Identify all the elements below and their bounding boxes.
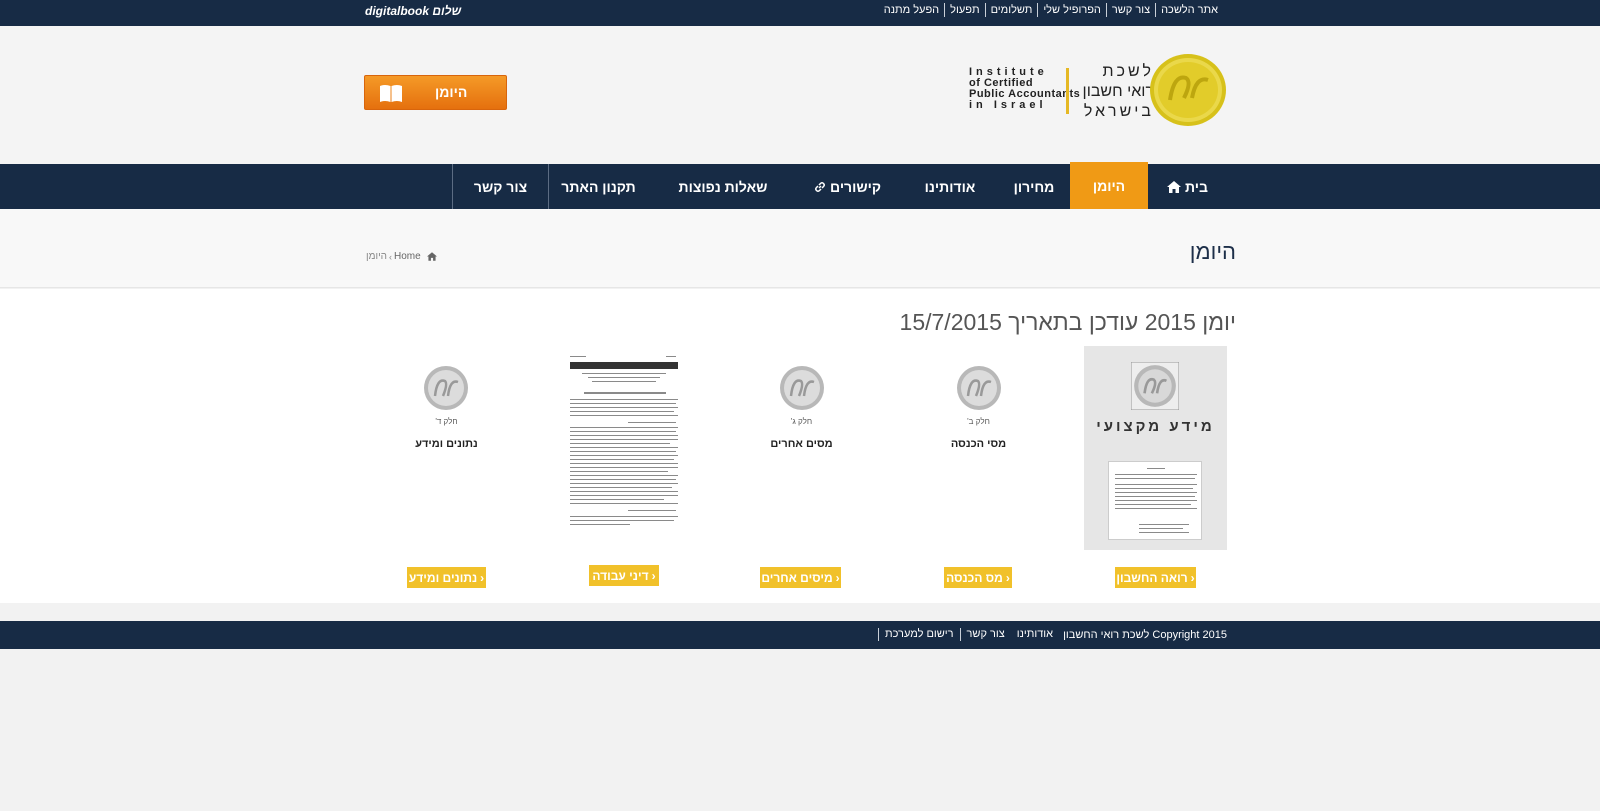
footer-links: רישום למערכת צור קשר אודותינו Copyright … bbox=[878, 628, 1231, 641]
footer-link-about[interactable]: אודותינו bbox=[1011, 628, 1059, 641]
top-link-gift[interactable]: הפעל מתנה bbox=[879, 3, 944, 17]
card-income-tax[interactable]: חלק ב' מסי הכנסה bbox=[901, 345, 1056, 545]
card-name: נתונים ומידע bbox=[415, 438, 478, 450]
yoman-button[interactable]: היומן bbox=[364, 75, 507, 110]
top-bar: שלום digitalbook אתר הלשכה צור קשר הפרופ… bbox=[0, 0, 1600, 26]
card-big-title: מידע מקצועי bbox=[1096, 418, 1215, 435]
top-link-operation[interactable]: תפעול bbox=[944, 3, 984, 17]
logo-hebrew-text: לשכת רואי חשבון בישראל bbox=[1082, 63, 1154, 120]
header bbox=[0, 26, 1600, 164]
nav-item-home[interactable]: בית bbox=[1153, 164, 1222, 209]
main-nav: בית היומן מחירון אודותינו קישורים שאלות … bbox=[0, 162, 1600, 209]
accountant-button[interactable]: ‹ רואה החשבון bbox=[1115, 567, 1196, 588]
chevron-left-icon: ‹ bbox=[651, 568, 656, 583]
nav-item-terms[interactable]: תקנון האתר bbox=[548, 164, 648, 209]
nav-item-pricelist[interactable]: מחירון bbox=[1000, 164, 1068, 209]
data-info-button[interactable]: ‹ נתונים ומידע bbox=[407, 567, 486, 588]
chevron-left-icon: ‹ bbox=[1005, 570, 1010, 585]
copyright: Copyright 2015 לשכת רואי החשבון bbox=[1063, 628, 1227, 641]
home-icon bbox=[1167, 180, 1182, 193]
seal-icon bbox=[780, 366, 824, 410]
nav-item-about[interactable]: אודותינו bbox=[905, 164, 995, 209]
nav-item-faq[interactable]: שאלות נפוצות bbox=[668, 164, 778, 209]
breadcrumb-separator-icon: ‹ bbox=[389, 251, 393, 262]
logo-english-text: Institute of Certified Public Accountant… bbox=[969, 66, 1081, 111]
top-link-site[interactable]: אתר הלשכה bbox=[1155, 3, 1223, 17]
nav-item-yoman[interactable]: היומן bbox=[1070, 162, 1148, 209]
card-name: מסי הכנסה bbox=[950, 438, 1007, 450]
user-greeting: שלום digitalbook bbox=[365, 4, 462, 18]
page-title-band: היומן היומן ‹ Home bbox=[0, 209, 1600, 288]
yoman-update-title: יומן 2015 עודכן בתאריך 15/7/2015 bbox=[899, 309, 1236, 335]
footer-link-contact[interactable]: צור קשר bbox=[959, 628, 1011, 641]
nav-item-links[interactable]: קישורים bbox=[800, 164, 895, 209]
seal-icon bbox=[957, 366, 1001, 410]
document-thumbnail bbox=[1108, 461, 1202, 540]
labor-law-button[interactable]: ‹ דיני עבודה bbox=[589, 565, 659, 586]
open-book-icon bbox=[380, 85, 402, 102]
top-link-payments[interactable]: תשלומים bbox=[984, 3, 1038, 17]
breadcrumb-current: היומן bbox=[366, 251, 388, 262]
breadcrumb-home[interactable]: Home bbox=[394, 251, 421, 262]
income-tax-button[interactable]: ‹ מס הכנסה bbox=[944, 567, 1012, 588]
card-part-label: חלק ג' bbox=[790, 417, 813, 426]
card-professional-info[interactable]: מידע מקצועי bbox=[1084, 346, 1227, 550]
seal-icon bbox=[1131, 362, 1179, 410]
card-part-label: חלק ב' bbox=[967, 417, 990, 426]
chevron-left-icon: ‹ bbox=[1190, 570, 1195, 585]
institute-logo[interactable]: Institute of Certified Public Accountant… bbox=[966, 50, 1228, 132]
page-title: היומן bbox=[1189, 239, 1236, 264]
chevron-left-icon: ‹ bbox=[480, 570, 485, 585]
footer: רישום למערכת צור קשר אודותינו Copyright … bbox=[0, 621, 1600, 649]
nav-item-contact[interactable]: צור קשר bbox=[452, 164, 548, 209]
document-thumbnail bbox=[568, 352, 680, 532]
link-icon bbox=[815, 181, 826, 192]
top-link-profile[interactable]: הפרופיל שלי bbox=[1037, 3, 1106, 17]
logo-divider bbox=[1066, 68, 1069, 114]
card-data-info[interactable]: חלק ד' נתונים ומידע bbox=[369, 345, 524, 545]
home-icon bbox=[426, 252, 437, 261]
seal-icon bbox=[424, 366, 468, 410]
gold-seal-icon bbox=[1150, 54, 1226, 126]
card-name: מסים אחרים bbox=[770, 438, 833, 450]
card-labor-law[interactable] bbox=[522, 350, 680, 542]
card-part-label: חלק ד' bbox=[435, 417, 458, 426]
top-links: אתר הלשכה צור קשר הפרופיל שלי תשלומים תפ… bbox=[879, 3, 1223, 17]
card-other-taxes[interactable]: חלק ג' מסים אחרים bbox=[724, 345, 879, 545]
chevron-left-icon: ‹ bbox=[835, 570, 840, 585]
footer-link-register[interactable]: רישום למערכת bbox=[878, 628, 960, 641]
yoman-button-label: היומן bbox=[435, 84, 468, 100]
top-link-contact[interactable]: צור קשר bbox=[1105, 3, 1155, 17]
breadcrumb: היומן ‹ Home bbox=[366, 251, 437, 262]
other-taxes-button[interactable]: ‹ מיסים אחרים bbox=[760, 567, 841, 588]
